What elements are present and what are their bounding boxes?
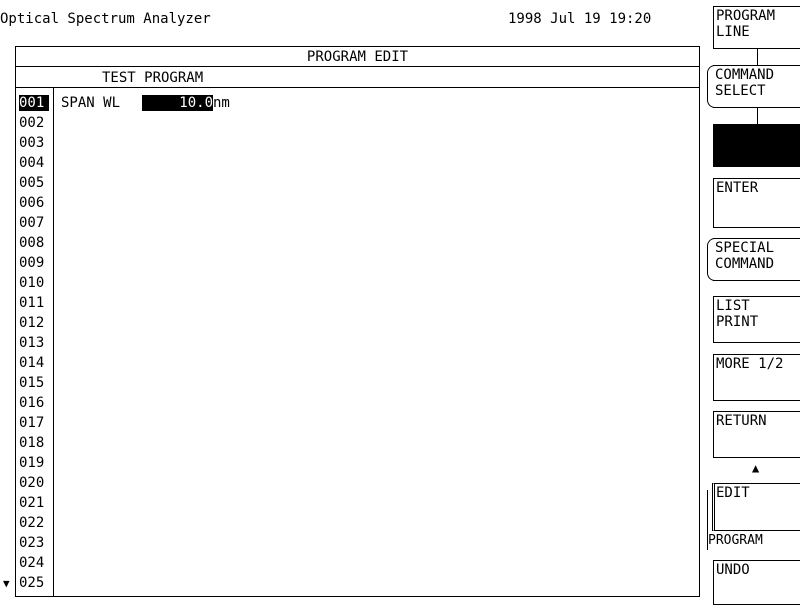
line-number[interactable]: 017 <box>19 415 49 431</box>
program-name: TEST PROGRAM <box>102 70 204 86</box>
softkey-label: RETURN <box>716 413 767 429</box>
softkey-connector <box>757 49 758 65</box>
line-number[interactable]: 020 <box>19 475 49 491</box>
softkey-label: SPECIAL COMMAND <box>715 240 775 272</box>
program-edit-panel: PROGRAM EDIT TEST PROGRAM 001 002 003 004 00… <box>3 46 700 597</box>
up-arrow-icon: ▲ <box>752 461 760 475</box>
command-select-softkey[interactable]: COMMAND SELECT <box>707 65 800 108</box>
command-line-1-unit: nm <box>213 95 230 111</box>
line-number[interactable]: 023 <box>19 535 49 551</box>
list-print-softkey[interactable]: LIST PRINT <box>713 296 800 343</box>
softkey-label: EDIT <box>716 485 750 501</box>
softkey-label: MORE 1/2 <box>716 356 784 372</box>
line-number[interactable]: 009 <box>19 255 49 271</box>
return-softkey[interactable]: RETURN <box>713 411 800 458</box>
panel-title: PROGRAM EDIT <box>16 47 699 67</box>
app-title: Optical Spectrum Analyzer <box>0 11 211 27</box>
line-number[interactable]: 022 <box>19 515 49 531</box>
softkey-label: PROGRAM LINE <box>716 8 776 40</box>
line-number-column: 001 002 003 004 005 006 007 008 009 010 011 012 013 0… <box>16 88 54 596</box>
line-number[interactable]: 003 <box>19 135 49 151</box>
line-number[interactable]: 025 <box>19 575 49 591</box>
more-softkey[interactable]: MORE 1/2 <box>713 354 800 401</box>
command-line-1-name[interactable]: SPAN WL <box>61 95 120 111</box>
softkey-connector <box>757 108 758 124</box>
line-number[interactable]: 013 <box>19 335 49 351</box>
line-number[interactable]: 004 <box>19 155 49 171</box>
line-number[interactable]: 012 <box>19 315 49 331</box>
line-number[interactable]: 001 <box>19 95 49 111</box>
softkey-label: UNDO <box>716 562 750 578</box>
line-number[interactable]: 014 <box>19 355 49 371</box>
softkey-label: ENTER <box>716 180 759 196</box>
datetime-display: 1998 Jul 19 19:20 <box>508 11 652 27</box>
program-tab-label: PROGRAM <box>708 533 763 548</box>
line-number[interactable]: 005 <box>19 175 49 191</box>
line-number[interactable]: 002 <box>19 115 49 131</box>
enter-softkey[interactable]: ENTER <box>713 178 800 228</box>
special-command-softkey[interactable]: SPECIAL COMMAND <box>707 238 800 281</box>
line-number[interactable]: 019 <box>19 455 49 471</box>
line-number[interactable]: 006 <box>19 195 49 211</box>
blank-softkey[interactable] <box>713 124 800 167</box>
line-number[interactable]: 018 <box>19 435 49 451</box>
line-number[interactable]: 024 <box>19 555 49 571</box>
undo-softkey[interactable]: UNDO <box>713 560 800 605</box>
command-line-1-value[interactable]: 10.0 <box>142 95 213 111</box>
line-number[interactable]: 008 <box>19 235 49 251</box>
line-number[interactable]: 021 <box>19 495 49 511</box>
line-number[interactable]: 011 <box>19 295 49 311</box>
softkey-label: COMMAND SELECT <box>715 67 775 99</box>
line-number[interactable]: 015 <box>19 375 49 391</box>
line-number[interactable]: 007 <box>19 215 49 231</box>
softkey-label: LIST PRINT <box>716 298 759 330</box>
line-number[interactable]: 016 <box>19 395 49 411</box>
program-line-softkey[interactable]: PROGRAM LINE <box>713 6 800 49</box>
line-number[interactable]: 010 <box>19 275 49 291</box>
scroll-down-icon[interactable]: ▼ <box>3 578 10 590</box>
edit-softkey[interactable]: EDIT <box>712 483 800 531</box>
program-name-bar: TEST PROGRAM <box>16 67 699 88</box>
